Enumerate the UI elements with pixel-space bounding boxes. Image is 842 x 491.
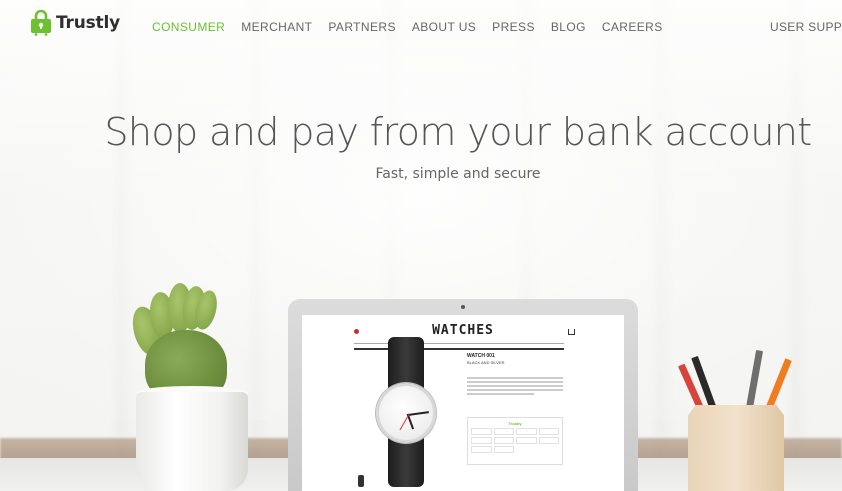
checkout-panel-logo: Trustly <box>508 421 522 426</box>
cart-icon <box>568 329 575 335</box>
nav-blog[interactable]: BLOG <box>551 20 586 34</box>
watch-thumbnail <box>358 475 364 487</box>
nav-about-us[interactable]: ABOUT US <box>412 20 476 34</box>
hero-subhead: Fast, simple and secure <box>375 166 541 182</box>
product-heading: WATCH 001 <box>467 353 495 359</box>
store-logo-icon <box>354 329 359 334</box>
product-subheading: BLACK AND SILVER <box>467 360 505 365</box>
laptop-screen: WATCHES WATCH 001 BLACK AND SILVER Trust… <box>302 315 624 491</box>
store-title: WATCHES <box>432 323 494 338</box>
laptop: WATCHES WATCH 001 BLACK AND SILVER Trust… <box>288 299 638 491</box>
watch-face <box>376 383 436 443</box>
nav-consumer[interactable]: CONSUMER <box>152 20 225 34</box>
product-description <box>467 377 563 397</box>
nav-careers[interactable]: CAREERS <box>602 20 663 34</box>
store-menubar <box>354 343 564 350</box>
nav-merchant[interactable]: MERCHANT <box>241 20 312 34</box>
nav-press[interactable]: PRESS <box>492 20 535 34</box>
top-navigation: Trustly CONSUMER MERCHANT PARTNERS ABOUT… <box>0 0 842 54</box>
plant-pot <box>136 392 248 491</box>
nav-partners[interactable]: PARTNERS <box>328 20 395 34</box>
checkout-panel: Trustly <box>467 417 563 465</box>
brand-logo[interactable]: Trustly <box>30 10 120 36</box>
lock-bag-icon <box>31 10 51 36</box>
brand-name: Trustly <box>56 13 120 33</box>
hero-headline: Shop and pay from your bank account <box>104 110 812 154</box>
camera-dot <box>461 305 465 309</box>
nav-links: CONSUMER MERCHANT PARTNERS ABOUT US PRES… <box>152 20 679 34</box>
nav-user-support[interactable]: USER SUPPORT <box>770 20 842 34</box>
